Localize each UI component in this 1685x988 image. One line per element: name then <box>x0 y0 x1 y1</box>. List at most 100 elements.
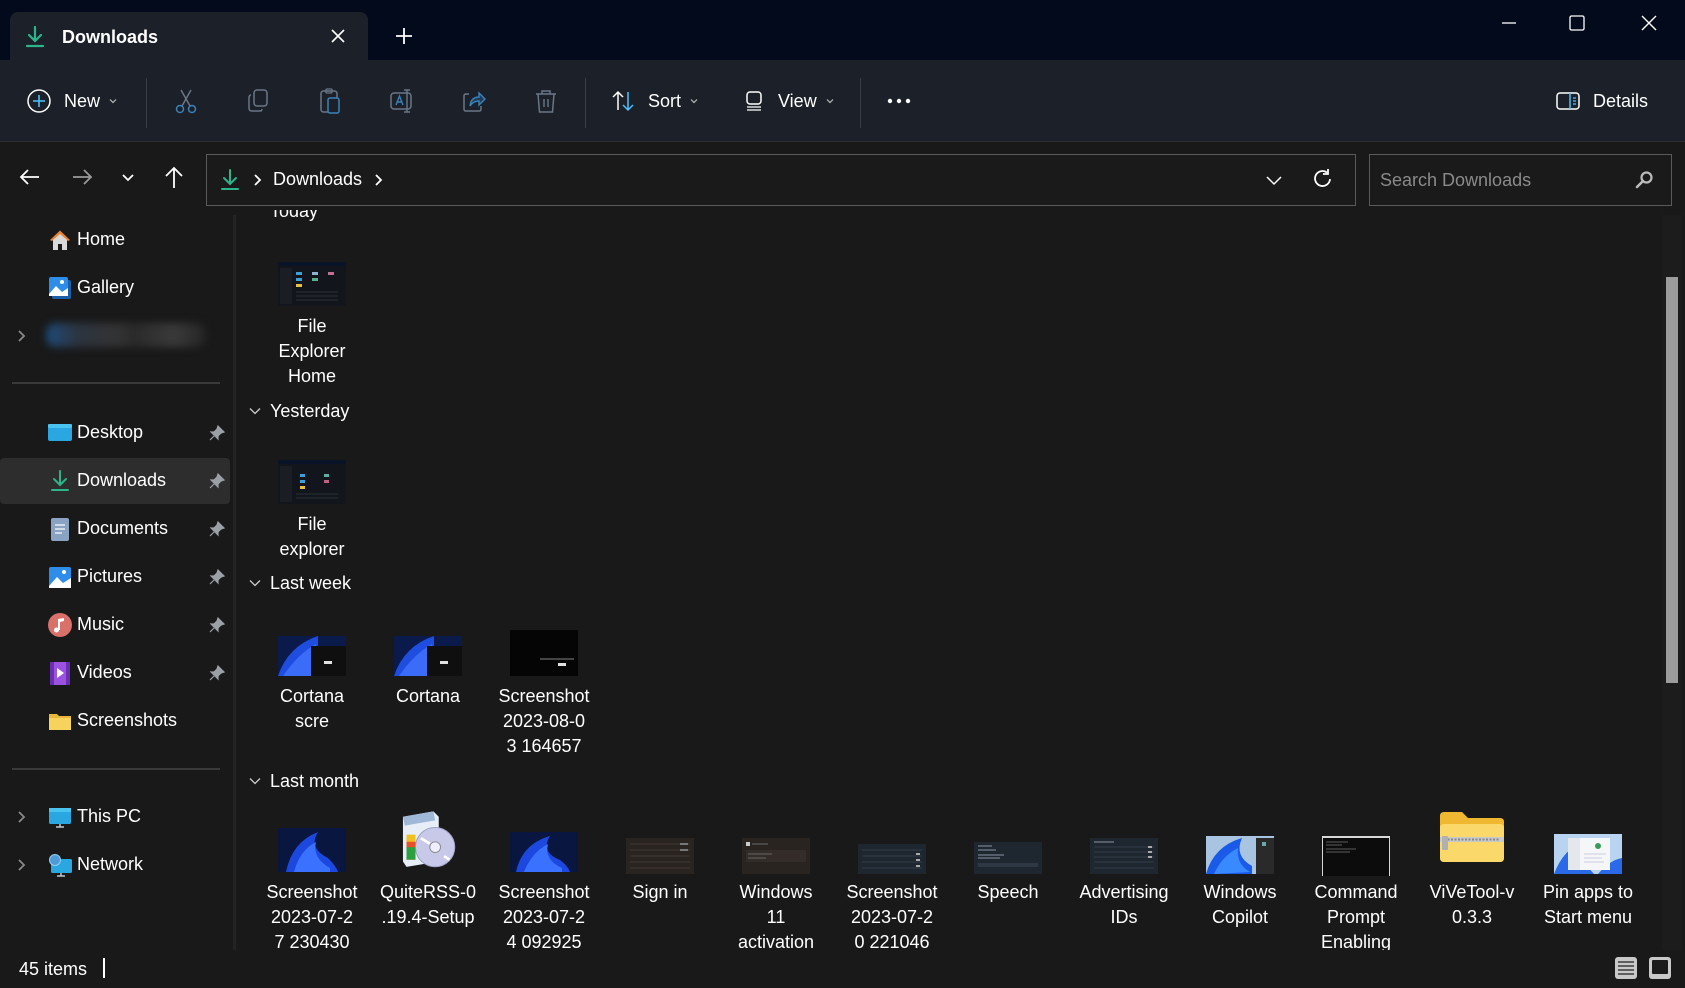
group-header-today[interactable]: Today <box>270 210 318 224</box>
sidebar-item-gallery[interactable]: Gallery <box>0 265 230 311</box>
sidebar-item-home[interactable]: Home <box>0 217 230 263</box>
sidebar-item-desktop[interactable]: Desktop <box>0 410 230 456</box>
forward-button[interactable] <box>69 164 95 190</box>
pin-icon[interactable] <box>208 424 226 442</box>
sidebar-item-account[interactable] <box>0 313 230 359</box>
status-bar: 45 items <box>0 950 1685 988</box>
refresh-button[interactable] <box>1311 167 1335 191</box>
back-button[interactable] <box>17 164 43 190</box>
new-button[interactable]: New <box>26 80 118 122</box>
sidebar-label: Downloads <box>77 470 167 490</box>
minimize-button[interactable] <box>1486 10 1532 36</box>
gallery-icon <box>49 277 71 299</box>
pin-icon[interactable] <box>208 568 226 586</box>
details-pane-icon <box>1556 92 1580 110</box>
sidebar-label: Gallery <box>77 277 135 297</box>
chevron-down-icon <box>826 99 834 104</box>
search-input[interactable] <box>1370 155 1671 205</box>
thumbnail-image <box>278 636 346 676</box>
group-label: Yesterday <box>270 400 350 421</box>
breadcrumb-downloads[interactable]: Downloads <box>273 169 362 190</box>
group-header-last-month[interactable]: Last month <box>248 768 359 794</box>
toolbar-separator <box>860 78 861 128</box>
tab-downloads[interactable]: Downloads <box>10 12 368 62</box>
new-tab-button[interactable] <box>392 24 416 48</box>
pin-icon[interactable] <box>208 520 226 538</box>
pin-icon[interactable] <box>208 616 226 634</box>
sidebar-item-this-pc[interactable]: This PC <box>0 794 230 840</box>
group-label: Last month <box>270 770 360 791</box>
close-window-button[interactable] <box>1626 10 1672 36</box>
thumbnail-image <box>1322 836 1390 876</box>
file-name: File Explorer Home <box>278 316 346 386</box>
toolbar-separator <box>585 78 586 128</box>
group-header-last-week[interactable]: Last week <box>248 570 351 596</box>
home-icon <box>50 230 70 250</box>
status-separator <box>103 958 105 978</box>
thumbnail-image <box>510 630 578 676</box>
sidebar-label: Videos <box>77 662 132 682</box>
sidebar-item-screenshots[interactable]: Screenshots <box>0 698 230 744</box>
thumbnail-image <box>858 844 926 874</box>
pane-splitter[interactable] <box>233 215 236 950</box>
address-history-dropdown[interactable] <box>1263 169 1285 191</box>
folder-icon <box>49 714 71 730</box>
file-name: Screenshot 2023-07-2 4 092925 <box>498 882 590 950</box>
sidebar-label: Documents <box>77 518 169 538</box>
sort-button[interactable]: Sort <box>610 80 699 122</box>
file-name: Command Prompt Enabling <box>1314 882 1398 950</box>
network-icon <box>49 854 72 877</box>
collapse-chevron-icon <box>249 778 261 785</box>
search-box[interactable] <box>1369 154 1672 206</box>
sidebar-item-documents[interactable]: Documents <box>0 506 230 552</box>
thumbnail-image <box>974 842 1042 874</box>
sidebar-item-music[interactable]: Music <box>0 602 230 648</box>
up-button[interactable] <box>161 164 187 190</box>
details-pane-button[interactable]: Details <box>1555 80 1648 122</box>
file-name: Sign in <box>632 882 688 902</box>
sidebar-item-videos[interactable]: Videos <box>0 650 230 696</box>
sidebar-label: Pictures <box>77 566 143 586</box>
share-icon[interactable] <box>459 86 489 116</box>
sidebar-item-network[interactable]: Network <box>0 842 230 888</box>
more-options-icon[interactable] <box>884 86 914 116</box>
expand-chevron-icon[interactable] <box>16 328 28 344</box>
thumbnail-image <box>742 838 810 874</box>
copy-icon[interactable] <box>243 86 273 116</box>
pin-icon[interactable] <box>208 472 226 490</box>
delete-icon[interactable] <box>531 86 561 116</box>
close-tab-icon[interactable] <box>326 24 350 48</box>
vertical-scrollbar[interactable] <box>1662 215 1682 950</box>
file-name: Cortana <box>395 686 461 706</box>
add-circle-icon <box>27 89 51 113</box>
videos-icon <box>50 662 70 685</box>
recent-locations-button[interactable] <box>115 164 141 190</box>
breadcrumb-chevron-icon[interactable] <box>372 171 386 189</box>
breadcrumb-chevron-icon[interactable] <box>251 171 265 189</box>
large-icons-view-button[interactable] <box>1648 956 1672 980</box>
search-icon[interactable] <box>1633 169 1655 191</box>
group-header-yesterday[interactable]: Yesterday <box>248 398 349 424</box>
scrollbar-thumb[interactable] <box>1666 277 1678 683</box>
details-view-button[interactable] <box>1614 956 1638 980</box>
music-icon <box>48 613 72 637</box>
sidebar-item-pictures[interactable]: Pictures <box>0 554 230 600</box>
file-name: Screenshot 2023-07-2 7 230430 <box>266 882 358 950</box>
pin-icon[interactable] <box>208 664 226 682</box>
toolbar-separator <box>146 78 147 128</box>
sidebar-label: Screenshots <box>77 710 178 730</box>
collapse-chevron-icon <box>249 408 261 415</box>
rename-icon[interactable] <box>387 86 417 116</box>
address-bar[interactable]: Downloads <box>206 154 1356 206</box>
details-label: Details <box>1593 90 1649 111</box>
maximize-button[interactable] <box>1554 10 1600 36</box>
paste-icon[interactable] <box>315 86 345 116</box>
view-icon <box>746 91 762 111</box>
expand-chevron-icon[interactable] <box>16 809 28 825</box>
sidebar-item-downloads[interactable]: Downloads <box>0 458 230 504</box>
file-name: Speech <box>977 882 1039 902</box>
cut-icon[interactable] <box>171 86 201 116</box>
expand-chevron-icon[interactable] <box>16 857 28 873</box>
thumbnail-image <box>1090 838 1158 874</box>
view-button[interactable]: View <box>742 80 835 122</box>
